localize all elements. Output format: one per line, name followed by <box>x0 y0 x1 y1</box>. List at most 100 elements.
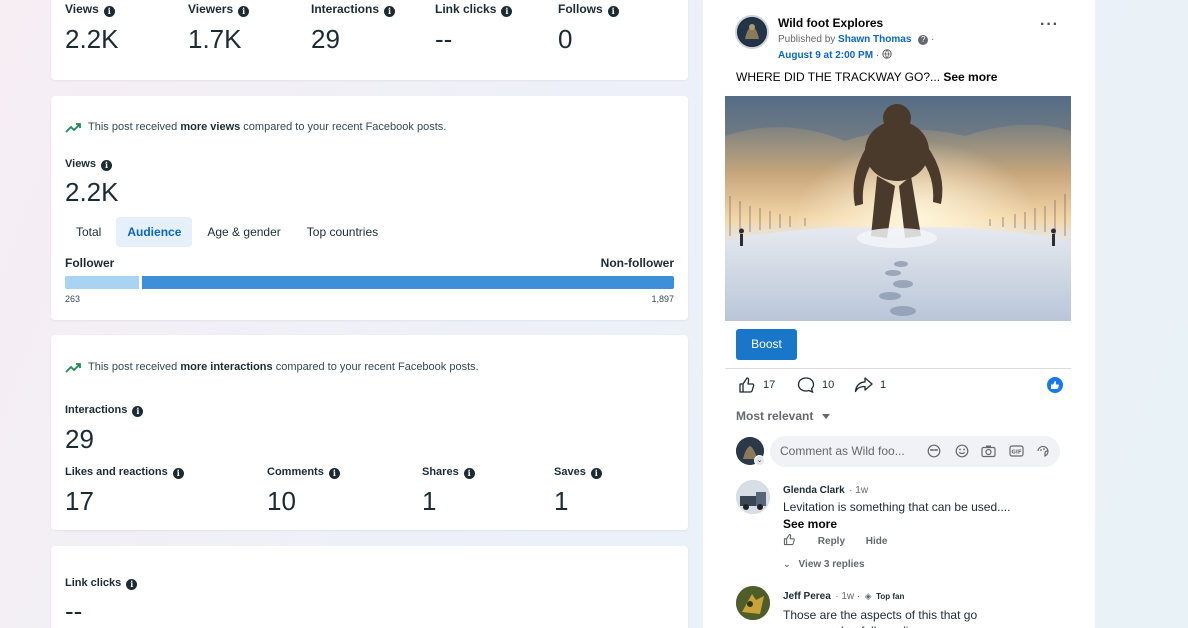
info-icon[interactable]: i <box>384 6 396 17</box>
like-reaction-icon[interactable] <box>1047 377 1063 393</box>
info-icon[interactable]: i <box>126 579 138 590</box>
metric-label: Views <box>65 2 99 16</box>
composer-chevron-icon[interactable]: ⌄ <box>754 455 765 466</box>
comment-item: Glenda Clark · 1w Levitation is somethin… <box>783 480 1063 531</box>
help-icon[interactable]: ? <box>918 35 929 45</box>
metric-views: Views i 2.2K <box>65 2 119 55</box>
comment-avatar[interactable] <box>736 480 770 514</box>
views-card: This post received more views compared t… <box>51 96 688 320</box>
info-icon[interactable]: i <box>103 6 115 17</box>
like-icon[interactable] <box>783 533 796 546</box>
interactions-trend-note: This post received more interactions com… <box>65 361 479 373</box>
boost-button[interactable]: Boost <box>736 329 797 360</box>
breakdown-value: 17 <box>65 486 94 516</box>
trend-up-icon <box>65 122 81 133</box>
trend-bold: more views <box>180 121 241 133</box>
sticker-icon[interactable] <box>1036 444 1050 463</box>
post-image[interactable] <box>725 96 1071 321</box>
page-name[interactable]: Wild foot Explores <box>778 16 883 30</box>
comment-author[interactable]: Glenda Clark <box>783 485 845 496</box>
summary-card: Views i 2.2K Viewers i 1.7K Interactions i … <box>51 0 688 80</box>
camera-icon[interactable] <box>981 444 996 463</box>
breakdown-label: Comments <box>267 466 324 478</box>
tab-age-gender[interactable]: Age & gender <box>196 217 291 247</box>
breakdown-label: Shares <box>422 466 459 478</box>
tab-total[interactable]: Total <box>65 217 112 247</box>
page-avatar[interactable] <box>735 15 769 49</box>
post-date[interactable]: August 9 at 2:00 PM <box>778 50 873 61</box>
more-options-icon[interactable]: ··· <box>1040 16 1059 34</box>
gif-icon[interactable]: GIF <box>1009 444 1024 463</box>
post-text: WHERE DID THE TRACKWAY GO?... <box>736 70 944 84</box>
published-line: Published by Shawn Thomas ? · <box>778 34 935 45</box>
info-icon[interactable]: i <box>132 406 144 417</box>
comment-placeholder: Comment as Wild foo... <box>780 444 905 458</box>
metric-value: -- <box>435 24 453 54</box>
chevron-down-icon <box>821 414 830 419</box>
info-icon[interactable]: i <box>328 468 340 479</box>
linkclicks-card: Link clicks i -- <box>51 546 688 628</box>
follower-count: 263 <box>65 294 81 304</box>
interactions-label: Interactions <box>65 404 128 416</box>
comment-icon <box>797 377 815 394</box>
views-label-row: Views i <box>65 158 112 171</box>
metric-label: Follows <box>558 2 603 16</box>
info-icon[interactable]: i <box>590 468 602 479</box>
info-icon[interactable]: i <box>172 468 184 479</box>
nonfollower-label: Non-follower <box>600 256 674 270</box>
info-icon[interactable]: i <box>101 160 112 171</box>
like-button[interactable]: 17 <box>738 376 775 394</box>
hide-button[interactable]: Hide <box>866 536 888 547</box>
interactions-value: 29 <box>65 424 94 454</box>
comment-button[interactable]: 10 <box>797 376 834 394</box>
tab-audience[interactable]: Audience <box>116 217 193 247</box>
comment-text: Levitation is something that can be used… <box>783 500 1011 514</box>
share-button[interactable]: 1 <box>854 376 886 394</box>
published-prefix: Published by <box>778 34 839 45</box>
trend-up-icon <box>65 362 81 373</box>
like-count: 17 <box>763 379 776 391</box>
publisher-link[interactable]: Shawn Thomas <box>838 34 911 45</box>
post-header: Wild foot Explores Published by Shawn Th… <box>735 14 1065 64</box>
audience-bar <box>65 276 674 289</box>
comment-item: Jeff Perea · 1w · ◈ Top fan Those are th… <box>783 586 1063 628</box>
nonfollower-bar <box>142 276 674 289</box>
sort-dropdown[interactable]: Most relevant <box>736 409 830 423</box>
breakdown-label: Likes and reactions <box>65 466 168 478</box>
info-icon[interactable]: i <box>238 6 250 17</box>
comment-count: 10 <box>822 379 835 391</box>
tab-top-countries[interactable]: Top countries <box>296 217 389 247</box>
comment-meta: · 1w <box>849 485 869 496</box>
top-fan-badge: Top fan <box>876 592 905 601</box>
comment-actions: Reply Hide <box>783 533 887 547</box>
metric-label: Link clicks <box>435 2 497 16</box>
info-icon[interactable]: i <box>607 6 619 17</box>
metric-value: 29 <box>311 24 340 54</box>
comment-avatar[interactable] <box>736 586 770 620</box>
share-icon <box>854 377 873 393</box>
metric-value: 2.2K <box>65 24 119 54</box>
info-icon[interactable]: i <box>463 468 475 479</box>
see-more-link[interactable]: See more <box>943 70 997 84</box>
view-replies-link[interactable]: ⌄ View 3 replies <box>783 559 865 570</box>
comment-author[interactable]: Jeff Perea <box>783 591 831 602</box>
avatar-sticker-icon[interactable] <box>927 444 941 463</box>
views-label: Views <box>65 158 96 170</box>
reply-button[interactable]: Reply <box>818 536 845 547</box>
breakdown-comments: Comments i 10 <box>267 466 340 517</box>
views-value: 2.2K <box>65 177 119 207</box>
info-icon[interactable]: i <box>501 6 513 17</box>
comment-input[interactable]: Comment as Wild foo... GIF <box>770 436 1060 467</box>
emoji-icon[interactable] <box>955 444 969 463</box>
globe-icon <box>882 49 892 59</box>
top-fan-icon: ◈ <box>864 591 872 601</box>
metric-label: Viewers <box>188 2 234 16</box>
breakdown-saves: Saves i 1 <box>554 466 602 517</box>
metric-follows: Follows i 0 <box>558 2 619 55</box>
nonfollower-count: 1,897 <box>651 294 674 304</box>
post-date-line: August 9 at 2:00 PM · <box>778 49 892 61</box>
follower-bar <box>65 276 139 289</box>
views-trend-note: This post received more views compared t… <box>65 121 446 133</box>
breakdown-shares: Shares i 1 <box>422 466 475 517</box>
comment-see-more[interactable]: See more <box>783 517 1063 531</box>
